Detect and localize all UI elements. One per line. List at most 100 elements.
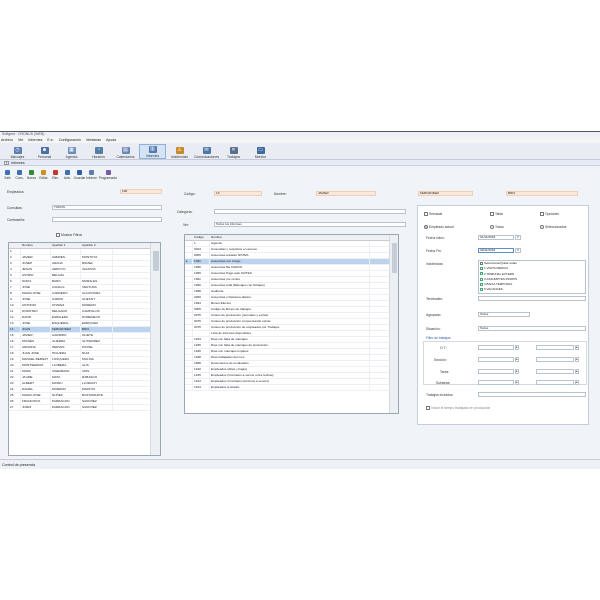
incidencia-label: 3 ASSUMPTES PROPIS [484,276,518,281]
menu-item-4[interactable]: Configuración [59,137,81,143]
categoria-select[interactable] [214,209,406,214]
agrupado-select[interactable]: Todos [478,312,530,317]
subtarea-field[interactable] [478,380,514,385]
apellido2-field[interactable]: BRIA [506,191,578,196]
incidencia-item[interactable]: 5 VACANCES [479,287,585,292]
scrollbar[interactable] [389,235,398,413]
scrollbar[interactable] [150,243,160,455]
subtarea-picker-icon[interactable]: ▸ [515,380,519,385]
mostrar-filtros-checkbox[interactable]: Mostrar Filtros [56,233,82,238]
menu-item-5[interactable]: Ventanas [86,137,101,143]
trabajos-incluidos-select[interactable] [478,392,586,397]
consultas-select[interactable]: TODOS [52,205,162,210]
fecha-inicio-calendar-icon[interactable]: ▾ [515,235,521,240]
ribbon-button-2[interactable]: ▦ Agenda [58,144,85,159]
tiempo-produccion-checkbox[interactable]: Incluir el tiempo trabajado en producció… [426,406,490,411]
table-cell: GUTIERREZ [81,339,113,344]
ribbon-button-9[interactable]: ▭ Monitor [247,144,274,159]
row-marker [185,283,193,288]
column-header[interactable]: Apellido 2 [81,243,113,248]
apellido1-field[interactable]: FERNANDEZ [418,191,473,196]
menu-item-0[interactable]: Archivo [1,137,13,143]
seleccionados-radio[interactable]: Seleccionados [540,225,566,230]
table-cell: Documentos de empleados [210,361,370,366]
ribbon-button-1[interactable]: ☻ Personal [31,144,58,159]
toolbar-button-8[interactable]: Programador [98,170,118,180]
table-cell: 26 [9,399,21,404]
checkbox-icon[interactable] [480,272,483,276]
ot-field[interactable] [478,345,514,350]
checkbox-icon[interactable] [480,267,483,270]
menu-item-1[interactable]: Ver [18,137,23,143]
tarea-picker-icon-2[interactable]: ▸ [575,369,579,374]
terminales-select[interactable] [478,296,586,301]
close-icon[interactable]: ✕ [4,160,9,165]
tarea-field-2[interactable] [536,369,574,374]
checkbox-icon[interactable] [480,288,483,292]
toolbar-button-5[interactable]: Actu. [62,170,73,180]
fecha-fin-field[interactable]: 30/11/2018 [478,248,514,253]
column-header[interactable]: Apellido 1 [51,243,81,248]
toolbar-button-7[interactable]: Informe [86,170,97,180]
tarea-field[interactable] [478,369,514,374]
table-cell: Días con falta de marcajes [210,337,370,342]
menu-item-6[interactable]: Ayuda [106,137,116,143]
ribbon-button-0[interactable]: ◷ Marcajes [4,144,31,159]
codigo-field[interactable]: 13 [214,191,262,196]
scrollbar-thumb[interactable] [392,243,397,273]
table-row[interactable]: 27 JORDI PARRAGON SANCHEZ [9,405,160,411]
ver-select[interactable]: Todos los informes [214,222,406,227]
schedule-icon: ◔ [94,147,103,154]
table-row[interactable]: 1914 Empleados (Listado) [185,385,398,391]
empleados-field[interactable]: 100 [120,189,162,194]
ot-field-2[interactable] [536,345,574,350]
column-header[interactable] [185,235,193,240]
subtarea-picker-icon-2[interactable]: ▸ [575,380,579,385]
fecha-inicio-field[interactable]: 01/11/2018 [478,235,514,240]
checkbox-icon[interactable] [480,282,483,286]
checkbox-icon[interactable] [480,261,483,265]
fecha-fin-calendar-icon[interactable]: ▾ [515,248,521,253]
table-cell: JAUME [21,375,51,380]
table-cell: JORDI [21,405,51,410]
checkbox-icon[interactable] [480,277,483,281]
seccion-field-2[interactable] [536,357,574,362]
seccion-picker-icon[interactable]: ▸ [515,357,519,362]
seccion-picker-icon-2[interactable]: ▸ [575,357,579,362]
situacion-select[interactable]: Todos [478,326,586,331]
contrasena-field[interactable] [52,217,162,222]
ot-picker-icon-2[interactable]: ▸ [575,345,579,350]
todos-radio[interactable]: Todos [490,225,504,230]
toolbar-button-4[interactable]: Elim. [50,170,61,180]
tarea-picker-icon[interactable]: ▸ [515,369,519,374]
ribbon-button-3[interactable]: ◔ Horarios [85,144,112,159]
ribbon-button-5[interactable]: ▥ Informes [139,144,166,159]
menu-item-2[interactable]: Informes [28,137,42,143]
seccion-field[interactable] [478,357,514,362]
toolbar-button-3[interactable]: Editar [38,170,49,180]
semanal-checkbox[interactable]: Semanal [424,212,442,217]
nombre-field[interactable]: JAVIER [316,191,376,196]
ribbon-button-4[interactable]: ▤ Calendarios [112,144,139,159]
toolbar-button-6[interactable]: Guardar [74,170,85,180]
opciones-checkbox[interactable]: Opciones [540,212,559,217]
menu-item-3[interactable]: E.e. [47,137,53,143]
scrollbar-thumb[interactable] [153,251,159,271]
subtarea-field-2[interactable] [536,380,574,385]
column-header[interactable] [9,243,21,248]
toolbar-button-2[interactable]: Nuevo [26,170,37,180]
tabla-checkbox[interactable]: Tabla [490,212,503,217]
toolbar-button-0[interactable]: Salir [2,170,13,180]
column-header[interactable]: Nombre [21,243,51,248]
column-header[interactable]: Código [193,235,210,240]
empleado-actual-radio[interactable]: Empleado actual [424,225,454,230]
table-cell: 1910 [193,367,210,372]
column-header[interactable]: Nombre [210,235,370,240]
ribbon-button-8[interactable]: ✕ Trabajos [220,144,247,159]
table-cell: ARIADNA [21,345,51,350]
row-marker [185,301,193,306]
ribbon-button-6[interactable]: ⚠ Incidencias [166,144,193,159]
ribbon-button-7[interactable]: ✉ Comunicaciones [193,144,220,159]
ot-picker-icon[interactable]: ▸ [515,345,519,350]
toolbar-button-1[interactable]: Cons. [14,170,25,180]
